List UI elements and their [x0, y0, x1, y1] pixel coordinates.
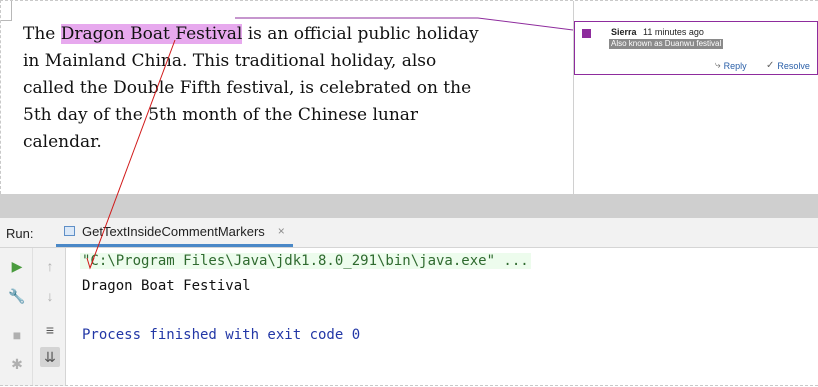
page-corner-mark	[11, 1, 12, 21]
close-icon[interactable]: ×	[278, 224, 285, 238]
arrow-down-icon[interactable]: ↓	[40, 286, 60, 306]
pin-icon[interactable]: ✱	[7, 354, 27, 374]
comment-timestamp: 11 minutes ago	[643, 27, 704, 37]
commented-text-highlight[interactable]: Dragon Boat Festival	[60, 24, 243, 44]
run-label: Run:	[6, 226, 34, 241]
document-page: The Dragon Boat Festival is an official …	[0, 0, 818, 195]
comment-author: Sierra	[611, 27, 637, 37]
run-panel-header: Run: GetTextInsideCommentMarkers ×	[0, 218, 818, 248]
document-paragraph[interactable]: The Dragon Boat Festival is an official …	[23, 21, 483, 156]
tab-run-configuration[interactable]: GetTextInsideCommentMarkers ×	[56, 218, 293, 247]
author-avatar	[582, 29, 591, 38]
console-command-line: "C:\Program Files\Java\jdk1.8.0_291\bin\…	[80, 253, 531, 269]
run-toolbar-primary: ▶ 🔧 ■ ✱	[0, 248, 33, 386]
console-output[interactable]: "C:\Program Files\Java\jdk1.8.0_291\bin\…	[66, 248, 818, 386]
scroll-to-end-icon[interactable]: ⇊	[40, 347, 60, 367]
soft-wrap-icon[interactable]: ≡	[40, 320, 60, 340]
comment-balloon[interactable]: Sierra 11 minutes ago Also known as Duan…	[574, 21, 818, 75]
comment-text[interactable]: Also known as Duanwu festival	[609, 39, 724, 49]
paragraph-start: The	[23, 24, 61, 44]
run-toolbar-secondary: ↑ ↓ ≡ ⇊	[33, 248, 66, 386]
reply-label: Reply	[723, 60, 747, 71]
resolve-icon: ✓	[766, 60, 775, 71]
tab-title: GetTextInsideCommentMarkers	[82, 223, 265, 239]
resolve-button[interactable]: ✓ Resolve	[766, 60, 810, 71]
wrench-icon[interactable]: 🔧	[7, 286, 27, 306]
console-output-line: Dragon Boat Festival	[82, 278, 251, 294]
stop-icon[interactable]: ■	[7, 325, 27, 345]
screenshot-divider	[0, 194, 818, 218]
run-icon[interactable]: ▶	[7, 256, 27, 276]
page-corner-mark-horizontal	[1, 20, 12, 21]
resolve-label: Resolve	[777, 60, 810, 71]
console-tab-icon	[64, 226, 75, 236]
reply-button[interactable]: ⤷ Reply	[715, 60, 747, 71]
arrow-up-icon[interactable]: ↑	[40, 256, 60, 276]
reply-icon: ⤷	[715, 60, 721, 71]
console-exit-message: Process finished with exit code 0	[82, 327, 361, 343]
